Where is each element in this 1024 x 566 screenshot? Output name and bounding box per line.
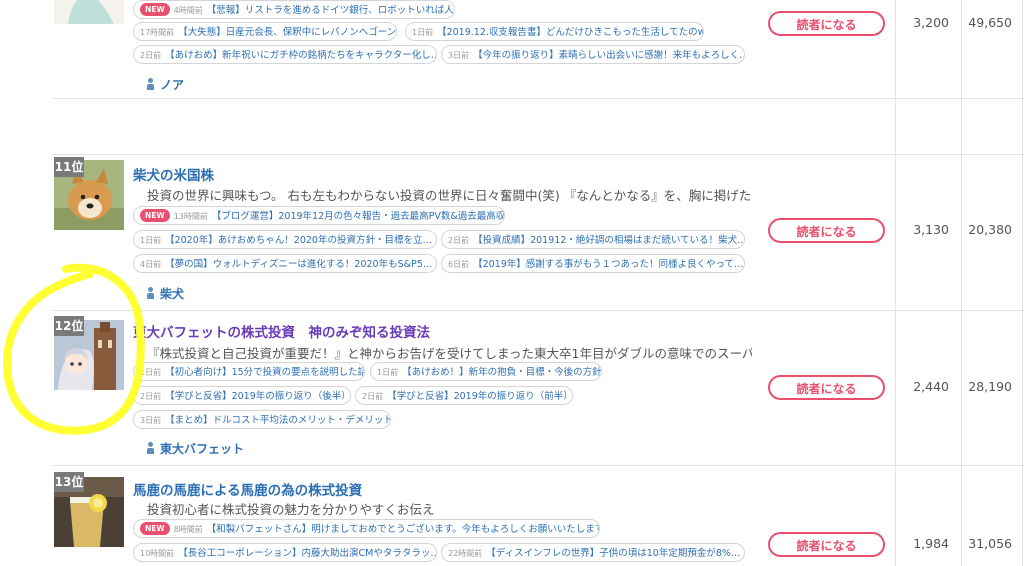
blog-title-link[interactable]: 柴犬の米国株 <box>133 164 214 184</box>
post-link[interactable]: 2日前 【あけおめ】新年祝いにガチ枠の銘柄たちをキャラクター化し… <box>133 45 437 64</box>
post-title: 【初心者向け】15分で投資の要点を説明した話 <box>165 367 365 378</box>
blog-title-link[interactable]: 東大バフェットの株式投資 神のみぞ知る投資法 <box>133 321 430 341</box>
column-divider <box>895 0 896 566</box>
post-time: 22時間前 <box>448 549 483 558</box>
post-link[interactable]: 22時間前 【ディスインフレの世界】子供の頃は10年定期預金が8%… <box>441 543 745 562</box>
post-time: 13時間前 <box>173 212 208 221</box>
post-time: 8時間前 <box>173 525 203 534</box>
author-link[interactable]: 柴犬 <box>146 285 184 302</box>
post-link[interactable]: 1日前 【2019.12.収支報告書】どんだけひきこもった生活してたのw <box>405 22 704 41</box>
post-title: 【ブログ運営】2019年12月の色々報告・過去最高PV数&過去最高収入 <box>211 211 505 222</box>
subscribe-button[interactable]: 読者になる <box>768 11 885 36</box>
blog-title-link[interactable]: 馬鹿の馬鹿による馬鹿の為の株式投資 <box>133 479 362 499</box>
reader-count: 3,200 <box>913 15 949 30</box>
post-title: 【2019.12.収支報告書】どんだけひきこもった生活してたのw <box>437 27 704 38</box>
column-divider <box>961 0 962 566</box>
reader-count: 1,984 <box>913 536 949 551</box>
post-title: 【和製バフェットさん】明けましておめでとうございます。今年もよろしくお願いいたし… <box>206 524 600 535</box>
post-link[interactable]: 10時間前 【長谷工コーポレーション】内藤大助出演CMやタラタラッ… <box>133 543 437 562</box>
post-title: 【ディスインフレの世界】子供の頃は10年定期預金が8%… <box>486 548 741 559</box>
author-name: 東大バフェット <box>160 442 245 456</box>
post-link[interactable]: 1日前 【2020年】あけおめちゃん！2020年の投資方針・目標を立… <box>133 230 437 249</box>
post-time: 2日前 <box>140 392 162 401</box>
post-time: 3日前 <box>448 51 470 60</box>
post-link[interactable]: 6日前 【2019年】感謝する事がもう１つあった！同様よ良くやって… <box>441 254 745 273</box>
post-title: 【学びと反省】2019年の振り返り（前半） <box>387 391 573 402</box>
post-time: 1日前 <box>412 28 434 37</box>
author-name: ノア <box>160 78 185 92</box>
row-divider <box>52 98 1024 99</box>
person-icon <box>146 78 155 90</box>
blog-description: 投資初心者に株式投資の魅力を分かりやすくお伝え <box>147 502 435 517</box>
row-divider <box>52 465 1024 466</box>
post-time: 6日前 <box>448 260 470 269</box>
new-badge: NEW <box>140 522 170 535</box>
post-title: 【あけおめ！】新年の抱負・目標・今後の方針 <box>402 367 602 378</box>
blog-description: 『株式投資と自己投資が重要だ！』と神からお告げを受けてしまった東大卒1年目がダブ… <box>147 346 752 361</box>
post-link[interactable]: 2日前 【投資成績】201912・絶好調の相場はまだ続いている！柴犬… <box>441 230 745 249</box>
row-divider <box>52 310 1024 311</box>
post-link[interactable]: 1日前 【あけおめ！】新年の抱負・目標・今後の方針 <box>370 362 602 381</box>
post-title: 【2020年】あけおめちゃん！2020年の投資方針・目標を立… <box>165 235 432 246</box>
post-title: 【悲報】リストラを進めるドイツ銀行、ロボットいれば人間いりませんw <box>206 5 454 16</box>
post-link[interactable]: 2日前 【学びと反省】2019年の振り返り（後半） <box>133 386 351 405</box>
reader-count: 3,130 <box>913 222 949 237</box>
post-link[interactable]: NEW 13時間前 【ブログ運営】2019年12月の色々報告・過去最高PV数&過去最… <box>133 206 505 225</box>
post-title: 【投資成績】201912・絶好調の相場はまだ続いている！柴犬… <box>473 235 745 246</box>
author-link[interactable]: 東大バフェット <box>146 440 244 457</box>
blog-thumbnail[interactable] <box>54 0 124 24</box>
points: 20,380 <box>968 222 1012 237</box>
post-time: 2日前 <box>448 236 470 245</box>
post-link[interactable]: NEW 8時間前 【和製バフェットさん】明けましておめでとうございます。今年もよろし… <box>133 519 600 538</box>
post-time: 2日前 <box>140 51 162 60</box>
new-badge: NEW <box>140 209 170 222</box>
rank-badge: 12位 <box>54 316 84 336</box>
post-link[interactable]: 17時間前 【大失態】日産元会長、保釈中にレバノンへゴーンw <box>133 22 397 41</box>
post-title: 【長谷工コーポレーション】内藤大助出演CMやタラタラッ… <box>178 548 437 559</box>
post-title: 【学びと反省】2019年の振り返り（後半） <box>165 391 351 402</box>
subscribe-button[interactable]: 読者になる <box>768 532 885 557</box>
post-title: 【夢の国】ウォルトディズニーは進化する！2020年もS&P5… <box>165 259 433 270</box>
author-link[interactable]: ノア <box>146 76 184 93</box>
post-time: 10時間前 <box>140 549 175 558</box>
post-link[interactable]: NEW4時間前【悲報】リストラを進めるドイツ銀行、ロボットいれば人間いりませんw <box>133 0 455 19</box>
post-time: 1日前 <box>140 368 162 377</box>
post-title: 【2019年】感謝する事がもう１つあった！同様よ良くやって… <box>473 259 744 270</box>
post-time: 1日前 <box>140 236 162 245</box>
subscribe-button[interactable]: 読者になる <box>768 375 885 400</box>
points: 49,650 <box>968 15 1012 30</box>
subscribe-button[interactable]: 読者になる <box>768 218 885 243</box>
column-divider <box>1022 0 1023 566</box>
reader-count: 2,440 <box>913 379 949 394</box>
post-time: 1日前 <box>377 368 399 377</box>
post-link[interactable]: 2日前 【学びと反省】2019年の振り返り（前半） <box>355 386 573 405</box>
post-time: 2日前 <box>362 392 384 401</box>
points: 31,056 <box>968 536 1012 551</box>
rank-badge: 11位 <box>54 157 84 177</box>
person-icon <box>146 287 155 299</box>
author-name: 柴犬 <box>160 287 185 301</box>
post-link[interactable]: 3日前 【まとめ】ドルコスト平均法のメリット・デメリット <box>133 410 391 429</box>
rank-badge: 13位 <box>54 472 84 492</box>
post-title: 【まとめ】ドルコスト平均法のメリット・デメリット <box>165 415 391 426</box>
new-badge: NEW <box>140 3 170 16</box>
post-title: 【今年の振り返り】素晴らしい出会いに感謝！来年もよろしく… <box>473 50 745 61</box>
post-link[interactable]: 3日前 【今年の振り返り】素晴らしい出会いに感謝！来年もよろしく… <box>441 45 745 64</box>
post-time: 4日前 <box>140 260 162 269</box>
blog-description: 投資の世界に興味もつ。 右も左もわからない投資の世界に日々奮闘中(笑) 『なんと… <box>147 188 752 203</box>
post-link[interactable]: 1日前 【初心者向け】15分で投資の要点を説明した話 <box>133 362 365 381</box>
points: 28,190 <box>968 379 1012 394</box>
post-title: 【大失態】日産元会長、保釈中にレバノンへゴーンw <box>178 27 397 38</box>
post-title: 【あけおめ】新年祝いにガチ枠の銘柄たちをキャラクター化し… <box>165 50 437 61</box>
post-time: 3日前 <box>140 416 162 425</box>
person-icon <box>146 442 155 454</box>
post-time: 17時間前 <box>140 28 175 37</box>
post-time: 4時間前 <box>173 6 203 15</box>
row-divider <box>52 154 1024 155</box>
post-link[interactable]: 4日前 【夢の国】ウォルトディズニーは進化する！2020年もS&P5… <box>133 254 437 273</box>
